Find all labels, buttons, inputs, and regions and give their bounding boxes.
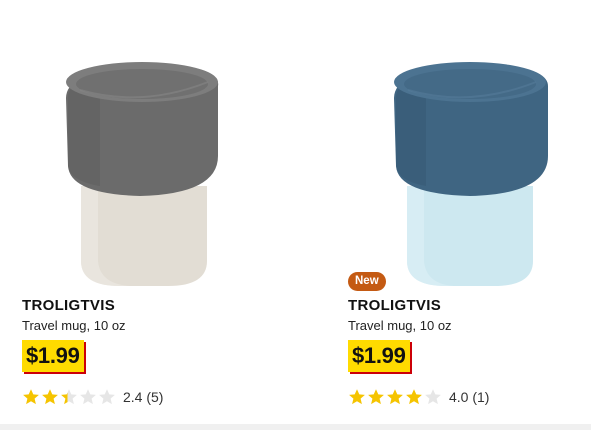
product-rating[interactable]: 2.4 (5)	[22, 387, 163, 407]
star-icon	[42, 389, 58, 405]
rating-count: 4.0 (1)	[449, 389, 490, 405]
star-icon	[61, 389, 77, 405]
star-icon	[80, 389, 96, 405]
divider	[0, 424, 591, 430]
product-image-travel-mug-blue[interactable]	[378, 36, 578, 306]
product-card[interactable]: New TROLIGTVIS Travel mug, 10 oz $1.99 4…	[326, 0, 586, 420]
product-name[interactable]: TROLIGTVIS	[348, 297, 441, 314]
product-image-travel-mug-grey[interactable]	[40, 36, 240, 306]
product-name[interactable]: TROLIGTVIS	[22, 297, 115, 314]
star-icon	[349, 389, 365, 405]
product-description: Travel mug, 10 oz	[348, 318, 452, 333]
new-badge: New	[348, 272, 386, 291]
product-rating[interactable]: 4.0 (1)	[348, 387, 489, 407]
star-rating-icon	[22, 388, 117, 406]
star-icon	[387, 389, 403, 405]
star-icon	[99, 389, 115, 405]
star-icon	[406, 389, 422, 405]
product-price: $1.99	[22, 340, 84, 372]
product-price: $1.99	[348, 340, 410, 372]
product-grid: TROLIGTVIS Travel mug, 10 oz $1.99 2.4 (…	[0, 0, 591, 430]
star-icon	[23, 389, 39, 405]
product-description: Travel mug, 10 oz	[22, 318, 126, 333]
star-icon	[425, 389, 441, 405]
star-rating-icon	[348, 388, 443, 406]
rating-count: 2.4 (5)	[123, 389, 164, 405]
product-card[interactable]: TROLIGTVIS Travel mug, 10 oz $1.99 2.4 (…	[0, 0, 260, 420]
star-icon	[368, 389, 384, 405]
